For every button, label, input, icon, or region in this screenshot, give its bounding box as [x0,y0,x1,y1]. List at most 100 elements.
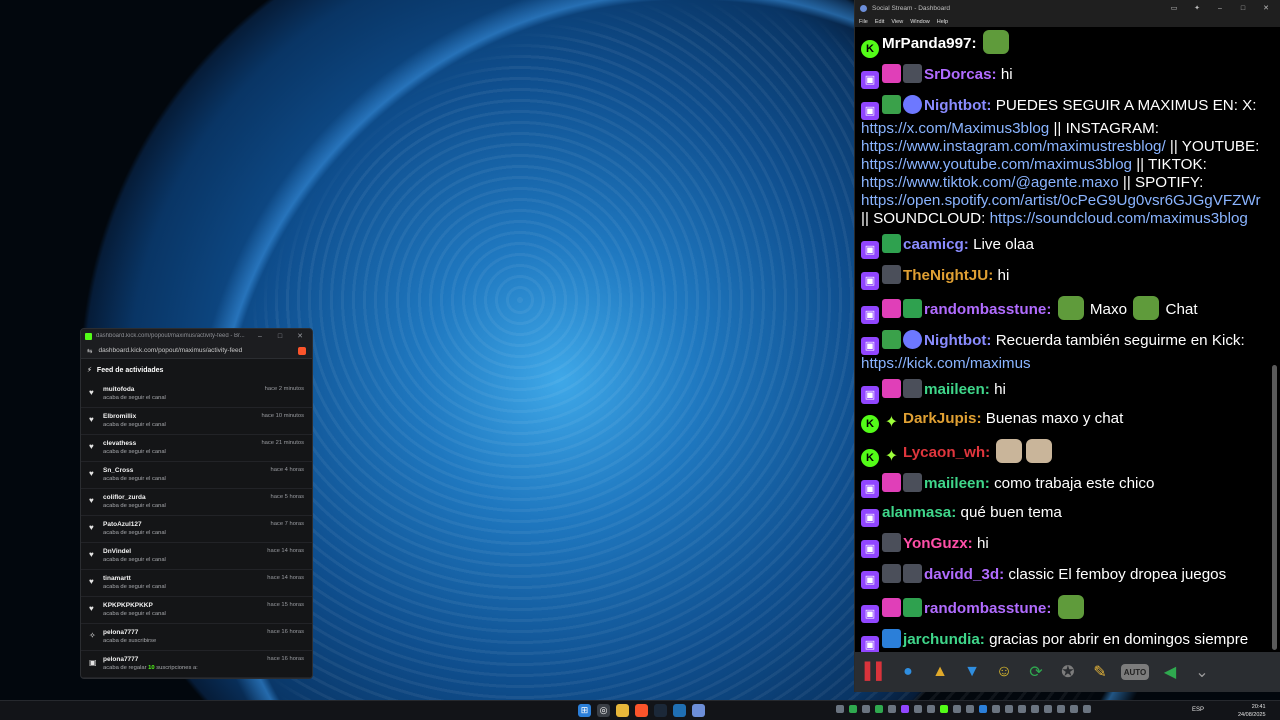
chat-username[interactable]: Lycaon_wh: [903,444,990,461]
scroll-down-button[interactable]: ⌄ [1191,661,1213,683]
filter-button[interactable]: ▼ [961,661,983,683]
tray-app-icon[interactable] [979,705,987,713]
chat-message-list[interactable]: MrPanda997: SrDorcas: hiNightbot: PUEDES… [855,27,1267,652]
kick-address-bar[interactable]: ⇆ dashboard.kick.com/popout/maximus/acti… [81,343,312,359]
clear-chat-button[interactable]: ✎ [1089,661,1111,683]
feed-username[interactable]: Sn_Cross [103,467,270,474]
chat-username[interactable]: TheNightJU: [903,267,993,284]
chat-scrollbar[interactable] [1272,365,1277,650]
chat-username[interactable]: jarchundia: [903,631,985,648]
chat-username[interactable]: alanmasa: [882,504,956,521]
minimize-button[interactable]: – [1211,5,1229,12]
feed-item[interactable]: ▣ pelona7777 acaba de regalar 10 suscripci… [81,651,312,678]
chat-link[interactable]: https://kick.com/maximus [861,355,1031,372]
chat-username[interactable]: maiileen: [924,475,990,492]
tray-app-icon[interactable] [953,705,961,713]
feed-item[interactable]: ♥ DnVindel acaba de seguir el canal hace 14… [81,543,312,570]
chat-username[interactable]: maiileen: [924,381,990,398]
feed-item[interactable]: ♥ Elbromillix acaba de seguir el canal hace… [81,408,312,435]
feed-item[interactable]: ♥ tinamartt acaba de seguir el canal hace 1… [81,570,312,597]
feed-username[interactable]: PatoAzul127 [103,521,270,528]
social-stream-window[interactable]: Social Stream - Dashboard ▭ ✦ – □ ✕ File… [854,0,1280,692]
pin-icon[interactable]: ✦ [1188,4,1206,12]
start-button-icon[interactable]: ⊞ [578,704,591,717]
tray-app-icon[interactable] [1005,705,1013,713]
app-icon[interactable] [673,704,686,717]
tray-app-icon[interactable] [1031,705,1039,713]
social-stream-titlebar[interactable]: Social Stream - Dashboard ▭ ✦ – □ ✕ [855,0,1280,16]
feed-username[interactable]: DnVindel [103,548,267,555]
chat-link[interactable]: https://www.instagram.com/maximustresblo… [861,138,1166,155]
screen-share-icon[interactable]: ▭ [1165,4,1183,12]
chat-username[interactable]: randombasstune: [924,301,1051,318]
chat-link[interactable]: https://x.com/Maximus3blog [861,120,1049,137]
feed-item[interactable]: ♥ muitofoda acaba de seguir el canal hace 2… [81,381,312,408]
tray-app-icon[interactable] [992,705,1000,713]
close-button[interactable]: ✕ [292,332,308,340]
tray-app-icon[interactable] [875,705,883,713]
tray-app-icon[interactable] [1018,705,1026,713]
auto-button[interactable]: AUTO [1121,664,1149,680]
minimize-button[interactable]: – [252,333,268,340]
feed-username[interactable]: pelona7777 [103,629,267,636]
tray-app-icon[interactable] [966,705,974,713]
menu-window[interactable]: Window [910,19,930,25]
tray-app-icon[interactable] [1044,705,1052,713]
chat-username[interactable]: SrDorcas: [924,66,997,83]
star-button[interactable]: ✪ [1057,661,1079,683]
tray-app-icon[interactable] [1057,705,1065,713]
maximize-button[interactable]: □ [272,333,288,340]
file-explorer-icon[interactable] [616,704,629,717]
speaker-icon[interactable] [1083,705,1091,713]
chat-username[interactable]: DarkJupis: [903,410,982,427]
chat-bubble-button[interactable]: ● [897,661,919,683]
tray-app-icon[interactable] [836,705,844,713]
menu-edit[interactable]: Edit [875,19,884,25]
mute-button[interactable]: ◀ [1159,661,1181,683]
kick-activity-feed-window[interactable]: dashboard.kick.com/popout/maximus/activi… [80,328,313,679]
chat-link[interactable]: https://www.tiktok.com/@agente.maxo [861,174,1119,191]
feed-item[interactable]: ♥ PatoAzul127 acaba de seguir el canal hace… [81,516,312,543]
tray-app-icon[interactable] [927,705,935,713]
feed-username[interactable]: coliflor_zurda [103,494,270,501]
tray-app-icon[interactable] [862,705,870,713]
tray-app-icon[interactable] [901,705,909,713]
bell-button[interactable]: ▲ [929,661,951,683]
tray-app-icon[interactable] [849,705,857,713]
chat-link[interactable]: https://open.spotify.com/artist/0cPeG9Ug… [861,192,1261,209]
chat-username[interactable]: caamicg: [903,236,969,253]
tray-app-icon[interactable] [940,705,948,713]
feed-username[interactable]: Elbromillix [103,413,261,420]
brave-browser-icon[interactable] [635,704,648,717]
tray-app-icon[interactable] [888,705,896,713]
sync-button[interactable]: ⟳ [1025,661,1047,683]
feed-item[interactable]: ♥ coliflor_zurda acaba de seguir el canal h… [81,489,312,516]
maximize-button[interactable]: □ [1234,5,1252,12]
clock[interactable]: 20:41 24/08/2025 [1238,703,1266,719]
chat-username[interactable]: Nightbot: [924,332,991,349]
chat-username[interactable]: davidd_3d: [924,566,1004,583]
keyboard-language[interactable]: ESP [1192,707,1204,713]
chat-username[interactable]: YonGuzx: [903,535,973,552]
feed-username[interactable]: pelona7777 [103,656,267,663]
chat-link[interactable]: https://www.youtube.com/maximus3blog [861,156,1132,173]
chat-username[interactable]: randombasstune: [924,600,1051,617]
menu-help[interactable]: Help [937,19,948,25]
tray-app-icon[interactable] [914,705,922,713]
steam-icon[interactable] [654,704,667,717]
close-button[interactable]: ✕ [1257,4,1275,12]
feed-username[interactable]: clevathess [103,440,261,447]
microphone-icon[interactable] [1070,705,1078,713]
menu-file[interactable]: File [859,19,868,25]
chat-username[interactable]: MrPanda997: [882,35,977,52]
kick-url-text[interactable]: dashboard.kick.com/popout/maximus/activi… [98,347,242,354]
pause-button[interactable]: ▌▌ [865,661,888,683]
brave-shield-icon[interactable] [298,346,306,355]
feed-username[interactable]: KPKPKPKPKKP [103,602,267,609]
feed-item[interactable]: ♥ Sn_Cross acaba de seguir el canal hace 4 … [81,462,312,489]
kick-window-titlebar[interactable]: dashboard.kick.com/popout/maximus/activi… [81,329,312,343]
chat-link[interactable]: https://soundcloud.com/maximus3blog [990,210,1248,227]
feed-username[interactable]: muitofoda [103,386,265,393]
menu-view[interactable]: View [891,19,903,25]
feed-item[interactable]: ✧ pelona7777 acaba de suscribirse hace 16 h… [81,624,312,651]
